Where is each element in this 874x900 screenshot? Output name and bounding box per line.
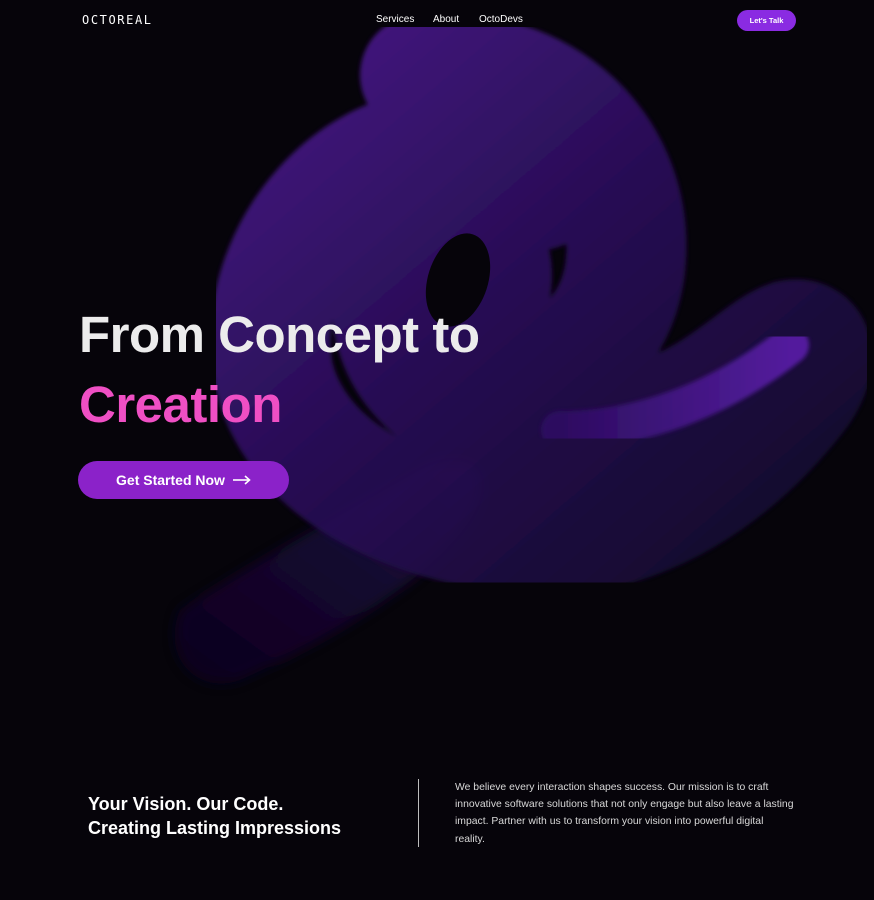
get-started-button[interactable]: Get Started Now xyxy=(78,461,289,499)
tagline-line1: Your Vision. Our Code. xyxy=(88,794,284,814)
tagline-line2: Creating Lasting Impressions xyxy=(88,818,342,838)
hero-headline-line2: Creation xyxy=(79,376,282,433)
site-header: OCTOREAL Services About OctoDevs Let's T… xyxy=(0,0,874,42)
nav-link-services[interactable]: Services xyxy=(376,14,414,25)
arrow-right-icon xyxy=(232,475,251,485)
hero-headline-line1: From Concept to xyxy=(79,306,480,363)
nav-link-about[interactable]: About xyxy=(433,14,459,25)
section-divider xyxy=(418,779,419,847)
hero-headline: From Concept to Creation xyxy=(79,300,480,440)
lets-talk-button[interactable]: Let's Talk xyxy=(737,10,796,31)
mission-statement: We believe every interaction shapes succ… xyxy=(455,782,794,845)
get-started-label: Get Started Now xyxy=(116,472,225,488)
tagline: Your Vision. Our Code. Creating Lasting … xyxy=(88,792,341,840)
landing-page: OCTOREAL Services About OctoDevs Let's T… xyxy=(0,0,874,900)
ribbon-illustration xyxy=(174,13,873,684)
nav-link-octodevs[interactable]: OctoDevs xyxy=(479,14,523,25)
